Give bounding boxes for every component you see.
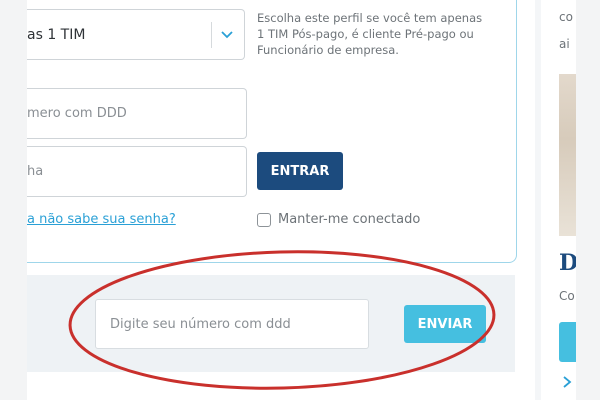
keep-connected[interactable]: Manter-me conectado xyxy=(257,212,420,227)
chevron-down-icon[interactable] xyxy=(220,27,234,41)
side-text-mid: Co xyxy=(559,289,575,303)
profile-select[interactable]: as 1 TIM xyxy=(27,9,245,60)
side-promo-image[interactable] xyxy=(559,74,576,236)
sms-phone-input[interactable]: Digite seu número com ddd xyxy=(95,299,369,349)
forgot-password-link[interactable]: a não sabe sua senha? xyxy=(27,212,176,227)
password-field[interactable]: ha xyxy=(27,146,247,197)
side-heading: D xyxy=(559,250,576,276)
sms-phone-input-placeholder: Digite seu número com ddd xyxy=(110,316,291,332)
password-field-placeholder: ha xyxy=(27,164,44,179)
phone-field-placeholder: mero com DDD xyxy=(27,106,127,121)
phone-field[interactable]: mero com DDD xyxy=(27,88,247,139)
login-card: as 1 TIM Escolha este perfil se você tem… xyxy=(27,0,517,263)
profile-select-value: as 1 TIM xyxy=(27,26,86,43)
side-action-button[interactable] xyxy=(559,322,576,362)
sms-submit-button[interactable]: ENVIAR xyxy=(404,305,486,343)
main-column: as 1 TIM Escolha este perfil se você tem… xyxy=(27,0,535,400)
keep-connected-label: Manter-me conectado xyxy=(278,212,421,227)
profile-help-text: Escolha este perfil se você tem apenas 1… xyxy=(257,11,483,57)
page-edge-left xyxy=(0,0,27,400)
side-text-top-1: co xyxy=(559,10,573,24)
sms-form: Digite seu número com ddd ENVIAR xyxy=(27,275,515,372)
keep-connected-checkbox[interactable] xyxy=(257,212,271,227)
select-divider xyxy=(211,22,212,48)
side-text-top-2: ai xyxy=(559,37,570,51)
chevron-right-icon[interactable] xyxy=(562,376,572,388)
page-edge-right xyxy=(576,0,600,400)
login-submit-button[interactable]: ENTRAR xyxy=(257,152,343,190)
side-column: co ai D Co xyxy=(535,0,576,400)
